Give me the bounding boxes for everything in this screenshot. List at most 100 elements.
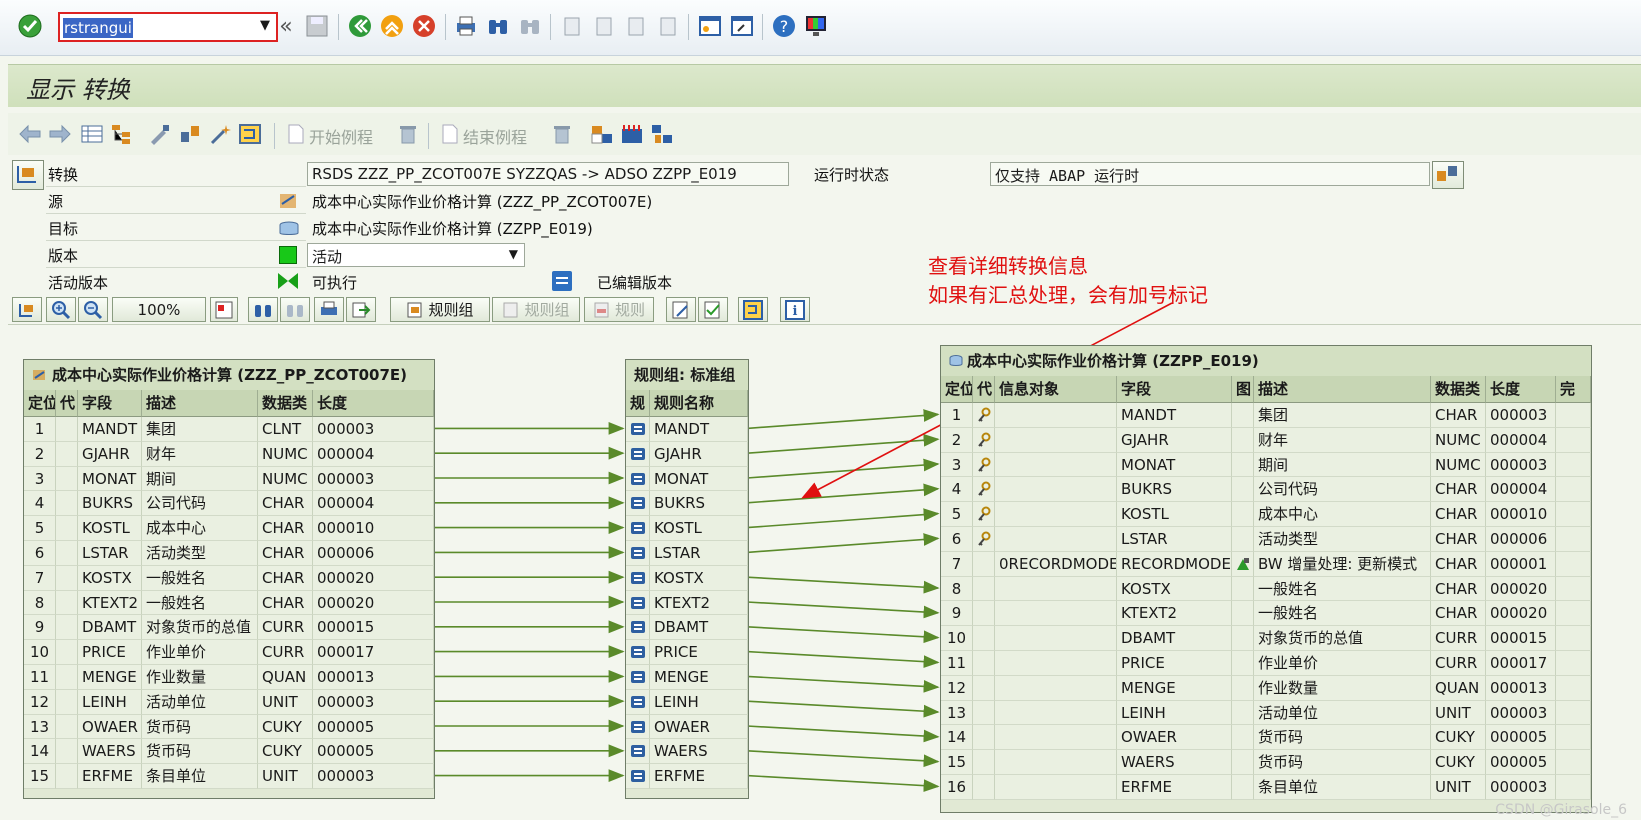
table-cell — [56, 665, 78, 690]
rule-icon-cell[interactable] — [626, 714, 650, 740]
table-cell: 0RECORDMODE — [995, 551, 1117, 577]
rule-to-target-arrow — [746, 626, 940, 644]
table-cell: 5 — [941, 502, 973, 527]
rule-icon[interactable] — [631, 646, 645, 659]
table-cell: CUKY — [258, 714, 313, 740]
table-cell: KOSTX — [78, 565, 142, 591]
column-header[interactable]: 完 — [1556, 376, 1591, 403]
column-header[interactable]: 长度 — [1486, 376, 1556, 403]
table-cell: 2 — [941, 427, 973, 453]
rule-icon-cell[interactable] — [626, 565, 650, 591]
table-cell: 公司代码 — [1254, 477, 1431, 503]
rule-icon[interactable] — [631, 720, 645, 733]
table-cell — [1556, 576, 1591, 602]
column-header[interactable]: 字段 — [78, 390, 142, 417]
rule-name[interactable]: WAERS — [650, 739, 748, 765]
rule-name[interactable]: PRICE — [650, 640, 748, 665]
rule-icon[interactable] — [631, 472, 645, 485]
column-header[interactable]: 长度 — [313, 390, 434, 417]
rule-icon[interactable] — [631, 671, 645, 683]
icon-cell — [1232, 551, 1254, 577]
rule-icon-cell[interactable] — [626, 516, 650, 541]
rule-to-target-arrow — [746, 700, 940, 718]
column-header[interactable]: 数据类 — [258, 390, 313, 417]
rule-icon-cell[interactable] — [626, 466, 650, 492]
rule-icon-cell[interactable] — [626, 640, 650, 665]
column-header[interactable]: 图 — [1232, 376, 1254, 403]
column-header[interactable]: 描述 — [142, 390, 258, 417]
table-cell: 13 — [941, 700, 973, 726]
column-header[interactable]: 定位 — [24, 390, 56, 417]
rule-icon[interactable] — [631, 571, 645, 584]
icon-cell — [1232, 576, 1254, 602]
rule-name[interactable]: KOSTL — [650, 516, 748, 541]
table-cell — [56, 417, 78, 442]
column-header[interactable]: 规则名称 — [650, 390, 748, 417]
table-cell — [995, 750, 1117, 775]
column-header[interactable]: 信息对象 — [995, 376, 1117, 403]
column-header[interactable]: 字段 — [1117, 376, 1232, 403]
rule-icon-cell[interactable] — [626, 739, 650, 765]
rule-icon-cell[interactable] — [626, 491, 650, 517]
rule-icon-cell[interactable] — [626, 417, 650, 442]
table-cell: CURR — [1431, 626, 1486, 651]
table-cell: 活动单位 — [142, 689, 258, 715]
column-header[interactable]: 规 — [626, 390, 650, 417]
rule-name[interactable]: MENGE — [650, 665, 748, 690]
rule-name[interactable]: MANDT — [650, 417, 748, 442]
rule-icon-cell[interactable] — [626, 689, 650, 715]
table-cell: 条目单位 — [142, 764, 258, 789]
table-cell: 000004 — [313, 441, 434, 467]
rule-name[interactable]: LSTAR — [650, 541, 748, 566]
rule-name[interactable]: DBAMT — [650, 615, 748, 641]
rule-name[interactable]: OWAER — [650, 714, 748, 740]
rule-name[interactable]: ERFME — [650, 764, 748, 789]
rule-icon[interactable] — [631, 770, 645, 783]
rule-icon-cell[interactable] — [626, 615, 650, 641]
watermark: CSDN @Girasole_6 — [1495, 802, 1627, 818]
table-cell: 11 — [24, 665, 56, 690]
rule-name[interactable]: KOSTX — [650, 565, 748, 591]
table-cell: 000020 — [1486, 576, 1556, 602]
table-cell — [56, 764, 78, 789]
datasource-icon — [33, 370, 45, 380]
target-table: 成本中心实际作业价格计算 (ZZPP_E019) 定位代信息对象 字段图描述 数据类… — [940, 345, 1592, 813]
table-cell: NUMC — [1431, 427, 1486, 453]
rule-icon-cell[interactable] — [626, 590, 650, 616]
table-cell: CHAR — [258, 516, 313, 541]
rule-icon[interactable] — [631, 621, 645, 634]
rule-to-target-arrow — [746, 725, 940, 743]
icon-cell — [1232, 750, 1254, 775]
table-cell: 期间 — [142, 466, 258, 492]
table-cell: WAERS — [1117, 750, 1232, 775]
table-cell: 4 — [24, 491, 56, 517]
rule-icon[interactable] — [631, 423, 645, 435]
rule-icon-cell[interactable] — [626, 441, 650, 467]
table-cell: 货币码 — [1254, 725, 1431, 751]
column-header[interactable]: 代 — [973, 376, 995, 403]
table-cell — [1556, 675, 1591, 701]
table-cell: CUKY — [1431, 725, 1486, 751]
rule-icon[interactable] — [631, 522, 645, 535]
rule-icon-cell[interactable] — [626, 541, 650, 566]
table-cell — [56, 541, 78, 566]
column-header[interactable]: 数据类 — [1431, 376, 1486, 403]
column-header[interactable]: 代 — [56, 390, 78, 417]
rule-icon[interactable] — [631, 695, 645, 708]
rule-icon[interactable] — [631, 596, 645, 609]
table-cell: 作业数量 — [142, 665, 258, 690]
rule-icon[interactable] — [631, 745, 645, 758]
rule-icon[interactable] — [631, 447, 645, 460]
rule-name[interactable]: GJAHR — [650, 441, 748, 467]
rule-icon[interactable] — [631, 547, 645, 559]
column-header[interactable]: 描述 — [1254, 376, 1431, 403]
column-header[interactable]: 定位 — [941, 376, 973, 403]
rule-name[interactable]: KTEXT2 — [650, 590, 748, 616]
rule-name[interactable]: MONAT — [650, 466, 748, 492]
table-cell: CHAR — [1431, 551, 1486, 577]
rule-name[interactable]: BUKRS — [650, 491, 748, 517]
rule-icon[interactable] — [631, 497, 645, 510]
rule-icon-cell[interactable] — [626, 764, 650, 789]
rule-icon-cell[interactable] — [626, 665, 650, 690]
rule-name[interactable]: LEINH — [650, 689, 748, 715]
